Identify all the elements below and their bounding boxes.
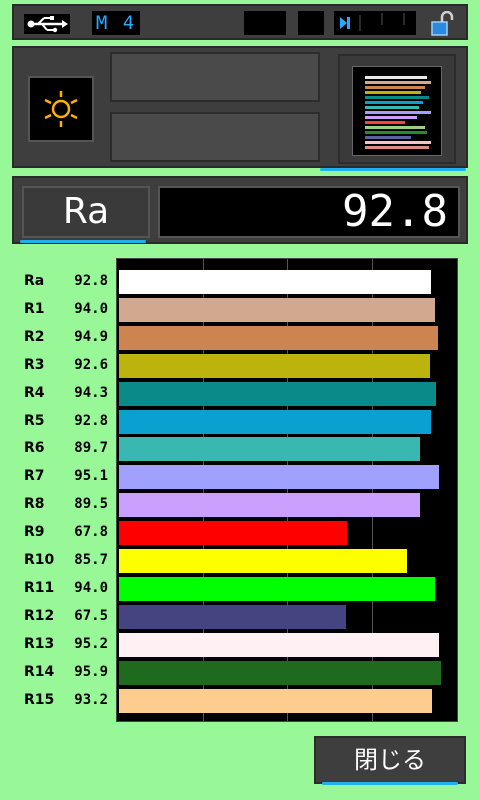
- chart-value-label: 94.3: [74, 384, 108, 401]
- info-panel-bottom: [110, 112, 320, 162]
- info-panel-top: [110, 52, 320, 102]
- chart-value-label: 94.0: [74, 579, 108, 596]
- chart-value-label: 85.7: [74, 552, 108, 568]
- chart-bar: [119, 549, 407, 573]
- battery-indicator: [334, 11, 416, 35]
- tab-indicator: [320, 168, 466, 171]
- chart-bar: [119, 325, 438, 350]
- chart-bar: [119, 493, 420, 518]
- cri-thumbnail-icon: [352, 66, 442, 156]
- chart-bar: [119, 604, 346, 629]
- status-slot-1: [244, 11, 286, 35]
- chart-value-label: 67.8: [74, 524, 108, 541]
- mode-panel: [12, 46, 468, 168]
- cri-bar-chart: [116, 258, 458, 722]
- chart-bar: [119, 660, 442, 685]
- chart-bar: [119, 465, 439, 490]
- close-button[interactable]: 閉じる: [314, 736, 466, 784]
- chart-bar: [119, 688, 433, 713]
- chart-bar: [119, 409, 431, 434]
- mode-indicator: M 4: [92, 11, 140, 35]
- light-source-button[interactable]: [28, 76, 94, 142]
- ra-tab-indicator: [20, 240, 146, 243]
- ra-panel: Ra 92.8: [12, 176, 468, 244]
- battery-icon: [340, 13, 405, 31]
- chart-bar: [119, 381, 436, 406]
- chart-bar: [119, 437, 421, 462]
- chart-value-label: 92.8: [74, 273, 108, 289]
- ra-label-button[interactable]: Ra: [22, 186, 150, 238]
- sun-icon: [44, 91, 78, 127]
- cri-view-button[interactable]: [338, 54, 456, 164]
- chart-value-label: 93.2: [74, 691, 108, 708]
- chart-bar: [119, 576, 435, 601]
- chart-value-label: 89.5: [74, 496, 108, 513]
- chart-value-label: 89.7: [74, 440, 108, 457]
- chart-value-label: 94.0: [74, 300, 108, 317]
- chart-value-label: 95.9: [74, 663, 108, 680]
- chart-value-label: 94.9: [74, 328, 108, 345]
- chart-bar: [119, 521, 347, 546]
- chart-value-label: 92.6: [74, 356, 108, 373]
- chart-bar: [119, 632, 439, 657]
- close-button-indicator: [322, 782, 458, 785]
- status-bar: M 4: [12, 4, 468, 40]
- chart-value-label: 92.8: [74, 412, 108, 429]
- usb-icon: [24, 14, 70, 34]
- status-slot-2: [298, 11, 324, 35]
- ra-value-display: 92.8: [158, 186, 460, 238]
- unlock-icon[interactable]: [430, 11, 456, 37]
- chart-bar: [119, 353, 431, 378]
- chart-bar: [119, 297, 435, 322]
- chart-value-label: 95.1: [74, 468, 108, 485]
- chart-value-label: 67.5: [74, 607, 108, 624]
- chart-value-label: 95.2: [74, 635, 108, 652]
- chart-bar: [119, 270, 431, 294]
